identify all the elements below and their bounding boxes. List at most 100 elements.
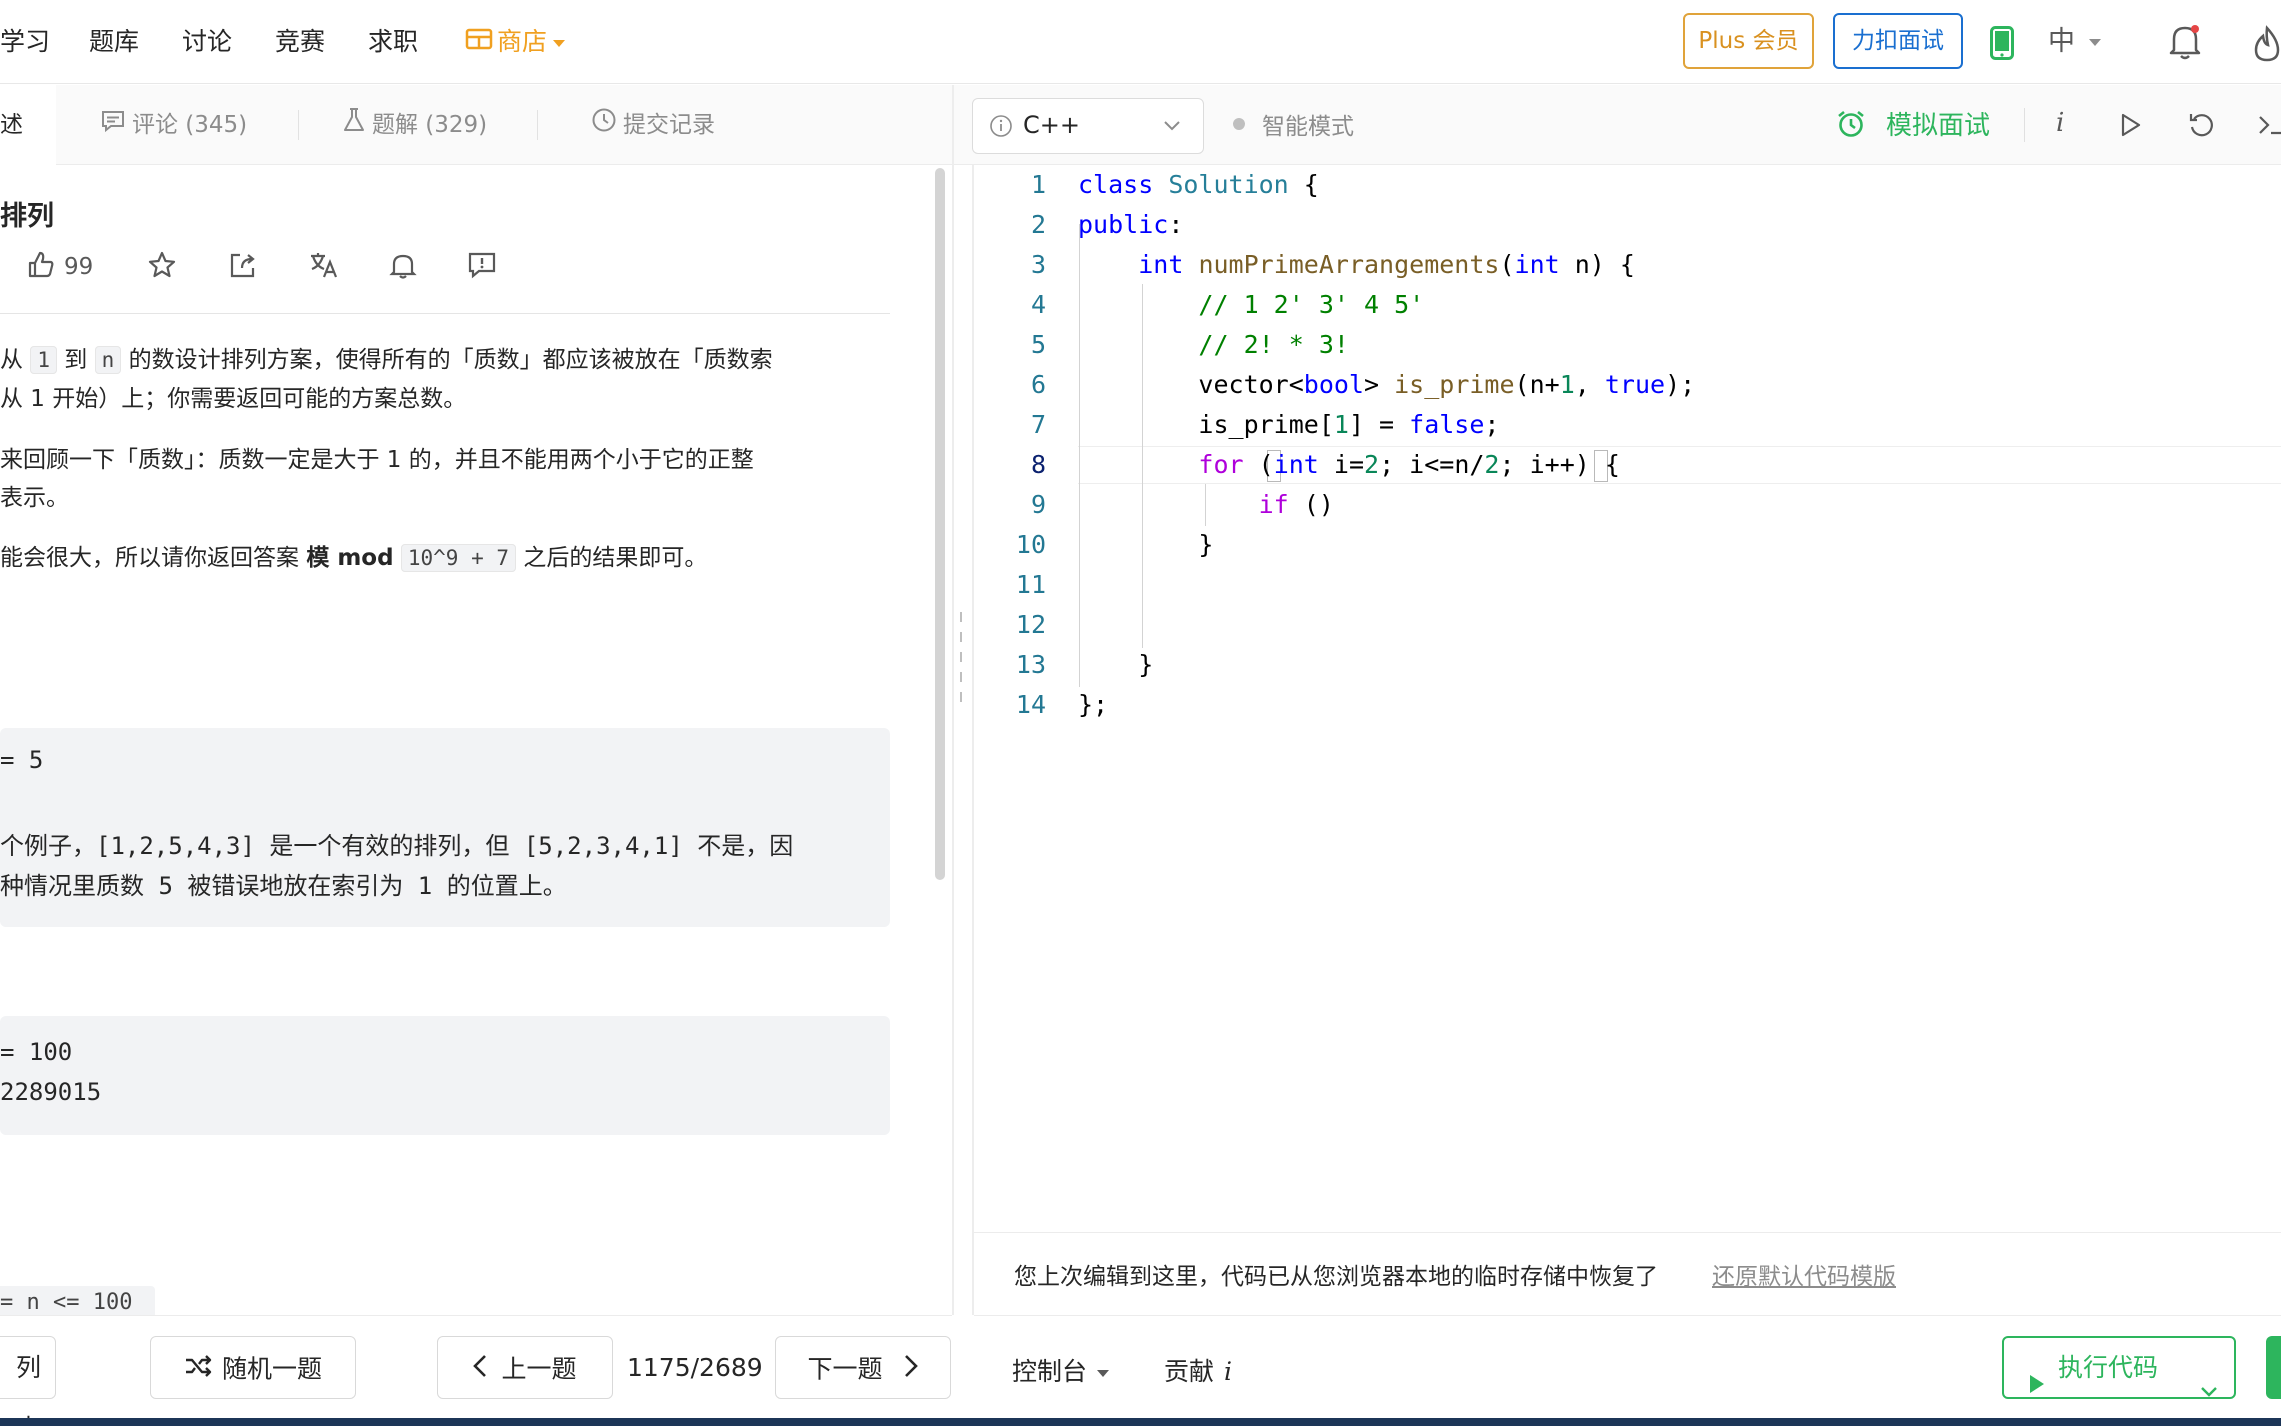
code-token: { [1288,170,1319,199]
example-line: = 100 [0,1038,73,1066]
submissions-tab-label: 提交记录 [623,112,715,138]
leetcode-interview-button[interactable]: 力扣面试 [1833,13,1963,69]
tab-divider [537,110,538,140]
code-token: class [1078,170,1154,199]
info-italic-icon: i [1224,1357,1233,1386]
nav-learn[interactable]: 学习 [0,22,50,62]
prev-problem-button[interactable]: 上一题 [437,1336,613,1399]
star-icon[interactable] [147,250,177,286]
constraint-code: = n <= 100 [0,1286,155,1315]
code-line[interactable]: // 2! * 3! [1078,325,1349,365]
console-toggle[interactable]: 控制台 [1012,1352,1110,1388]
code-token: false [1409,410,1485,439]
mock-interview-button[interactable]: 模拟面试 [1886,105,1990,142]
bell-icon[interactable] [2168,22,2202,62]
tab-comments[interactable]: 评论 (345) [100,85,247,165]
editor-left-border [972,165,974,1315]
feedback-icon[interactable] [467,250,497,286]
chevron-right-icon [904,1339,919,1400]
line-number: 2 [1030,210,1046,239]
code-token: 1 [1333,410,1349,439]
code-token: 2 [1364,450,1380,479]
solutions-tab-label: 题解 (329) [372,112,488,138]
code-token: i= [1318,450,1364,479]
code-line[interactable]: vector<bool> is_prime(n+1, true); [1078,365,1695,405]
share-icon[interactable] [228,250,258,286]
like-count: 99 [64,254,94,280]
language-select[interactable]: C++ [972,98,1204,154]
code-line[interactable]: // 1 2' 3' 4 5' [1078,285,1424,325]
inline-code: n [94,346,122,374]
mobile-app-icon[interactable] [1990,26,2014,60]
description-paragraph-1-cont: 从 1 开始）上；你需要返回可能的方案总数。 [0,386,467,412]
chevron-down-icon [2089,39,2101,46]
restore-message: 您上次编辑到这里，代码已从您浏览器本地的临时存储中恢复了 [1014,1264,1658,1290]
chevron-left-icon [473,1339,487,1400]
resize-handle[interactable] [958,612,964,704]
random-problem-button[interactable]: 随机一题 [150,1336,356,1399]
code-token: for [1198,450,1244,479]
tab-divider [298,110,299,140]
restore-default-template-link[interactable]: 还原默认代码模版 [1712,1257,1896,1291]
nav-store[interactable]: 商店 [465,22,566,62]
text: 从 [0,347,23,373]
example-line: 2289015 [0,1078,102,1106]
problem-list-button[interactable]: 列表 [0,1336,56,1426]
code-token: : [1168,210,1184,239]
code-token: // 1 2' 3' 4 5' [1198,290,1425,319]
terminal-icon[interactable] [2258,113,2281,141]
submit-button[interactable] [2266,1336,2281,1399]
code-token: ( [1243,450,1274,479]
play-icon[interactable] [2120,112,2142,142]
code-line[interactable]: if () [1078,485,1334,525]
play-icon [2028,1357,2046,1416]
text: 能会很大，所以请你返回答案 [0,545,299,571]
code-line[interactable]: public: [1078,205,1183,245]
run-code-button[interactable]: 执行代码 [2002,1336,2236,1399]
info-italic-icon[interactable]: i [2056,108,2064,138]
nav-jobs[interactable]: 求职 [368,22,418,62]
flame-icon[interactable] [2250,24,2281,64]
tab-solutions[interactable]: 题解 (329) [342,85,487,165]
translate-icon[interactable] [308,250,340,286]
description-paragraph-2-cont: 表示。 [0,485,69,511]
nav-contest[interactable]: 竞赛 [275,22,325,62]
left-pane-scrollbar[interactable] [935,168,945,880]
code-token: Solution [1168,170,1289,199]
tab-submissions[interactable]: 提交记录 [591,85,715,165]
notification-bell-icon[interactable] [388,250,418,286]
reset-icon[interactable] [2188,111,2216,143]
description-paragraph-2: 来回顾一下「质数」：质数一定是大于 1 的，并且不能用两个小于它的正整 [0,447,754,473]
language-value: C++ [1023,111,1080,139]
code-line[interactable]: for (int i=2; i<=n/2; i++) { [1078,445,1619,485]
tab-description[interactable]: 述 [0,85,56,165]
shuffle-icon [184,1339,214,1400]
code-line[interactable]: } [1078,645,1153,685]
like-button[interactable]: 99 [26,250,93,286]
plus-member-button[interactable]: Plus 会员 [1683,13,1814,69]
code-token: // 2! * 3! [1198,330,1349,359]
code-line[interactable]: class Solution { [1078,165,1319,205]
line-number-active: 8 [1030,450,1046,479]
code-line[interactable]: } [1078,525,1213,565]
info-icon [989,114,1013,142]
prev-label: 上一题 [501,1354,577,1384]
next-problem-button[interactable]: 下一题 [775,1336,951,1399]
code-token: ( [1499,250,1515,279]
code-line[interactable]: int numPrimeArrangements(int n) { [1078,245,1635,285]
code-line[interactable]: }; [1078,685,1108,725]
problem-counter: 1175/2689 [627,1353,763,1382]
code-token: n) { [1559,250,1635,279]
smart-mode-toggle[interactable]: 智能模式 [1262,107,1354,141]
code-line[interactable]: is_prime[1] = false; [1078,405,1499,445]
contribute-button[interactable]: 贡献 i [1164,1352,1232,1388]
language-switcher[interactable]: 中 [2048,22,2101,62]
code-token: int [1138,250,1184,279]
nav-discuss[interactable]: 讨论 [182,22,232,62]
nav-problemset[interactable]: 题库 [89,22,139,62]
code-token: , [1574,370,1605,399]
